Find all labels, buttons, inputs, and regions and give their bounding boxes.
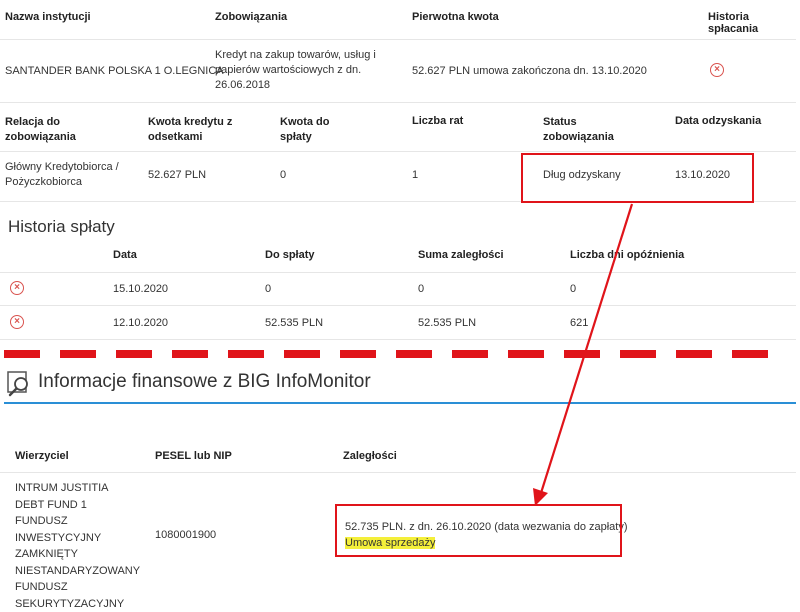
annotation-arrow [533, 203, 634, 506]
